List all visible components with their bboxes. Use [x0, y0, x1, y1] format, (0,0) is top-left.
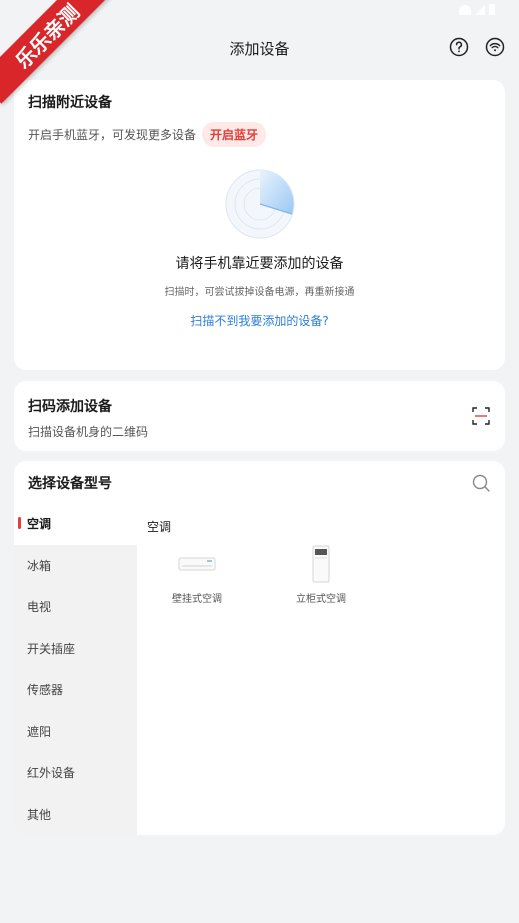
type-title: 选择设备型号 — [28, 476, 112, 492]
category-item-other[interactable]: 其他 — [14, 794, 137, 836]
category-heading: 空调 — [147, 520, 172, 534]
status-bar — [459, 4, 495, 15]
enable-bluetooth-button[interactable]: 开启蓝牙 — [202, 122, 267, 147]
category-item-sensor[interactable]: 传感器 — [14, 669, 137, 711]
category-item-fridge[interactable]: 冰箱 — [14, 545, 137, 587]
wifi-circle-icon — [485, 37, 505, 57]
scan-instruction: 请将手机靠近要添加的设备 — [175, 256, 344, 272]
question-circle-icon — [449, 37, 469, 57]
scan-title: 扫描附近设备 — [28, 95, 112, 111]
wifi-config-button[interactable] — [485, 37, 505, 57]
category-item-air-conditioner[interactable]: 空调 — [14, 503, 137, 545]
device-label: 立柜式空调 — [296, 594, 346, 605]
header: 添加设备 — [0, 30, 519, 66]
status-signal-icon — [475, 4, 485, 15]
floor-ac-icon — [312, 545, 330, 583]
qr-subtitle: 扫描设备机身的二维码 — [28, 425, 149, 439]
category-list: 空调 冰箱 电视 开关插座 传感器 遮阳 红外设备 其他 — [14, 503, 137, 835]
scan-nearby-card: 扫描附近设备 开启手机蓝牙，可发现更多设备 开启蓝牙 请将手机靠近要添加的设备 … — [14, 80, 505, 370]
device-label: 壁挂式空调 — [172, 594, 222, 605]
page-title: 添加设备 — [229, 39, 290, 58]
scan-tip: 扫描时，可尝试拔掉设备电源，再重新接通 — [164, 287, 355, 298]
category-item-switch-socket[interactable]: 开关插座 — [14, 628, 137, 670]
device-type-card: 选择设备型号 空调 冰箱 电视 开关插座 传感器 遮阳 红外设备 其他 空调 壁… — [14, 461, 505, 835]
wall-ac-icon — [178, 557, 216, 571]
help-button[interactable] — [449, 37, 469, 57]
search-icon[interactable] — [471, 473, 491, 493]
device-floor-ac[interactable]: 立柜式空调 — [271, 543, 371, 605]
scan-code-icon[interactable] — [471, 406, 491, 426]
status-wifi-icon — [459, 4, 471, 15]
radar-icon — [225, 169, 295, 239]
qr-add-card[interactable]: 扫码添加设备 扫描设备机身的二维码 — [14, 381, 505, 451]
category-item-tv[interactable]: 电视 — [14, 586, 137, 628]
status-battery-icon — [489, 4, 495, 15]
device-wall-ac[interactable]: 壁挂式空调 — [147, 543, 247, 605]
bluetooth-hint: 开启手机蓝牙，可发现更多设备 — [28, 128, 197, 142]
category-item-infrared[interactable]: 红外设备 — [14, 752, 137, 794]
qr-title: 扫码添加设备 — [28, 399, 112, 415]
scan-help-link[interactable]: 扫描不到我要添加的设备? — [14, 312, 505, 329]
category-item-shade[interactable]: 遮阳 — [14, 711, 137, 753]
